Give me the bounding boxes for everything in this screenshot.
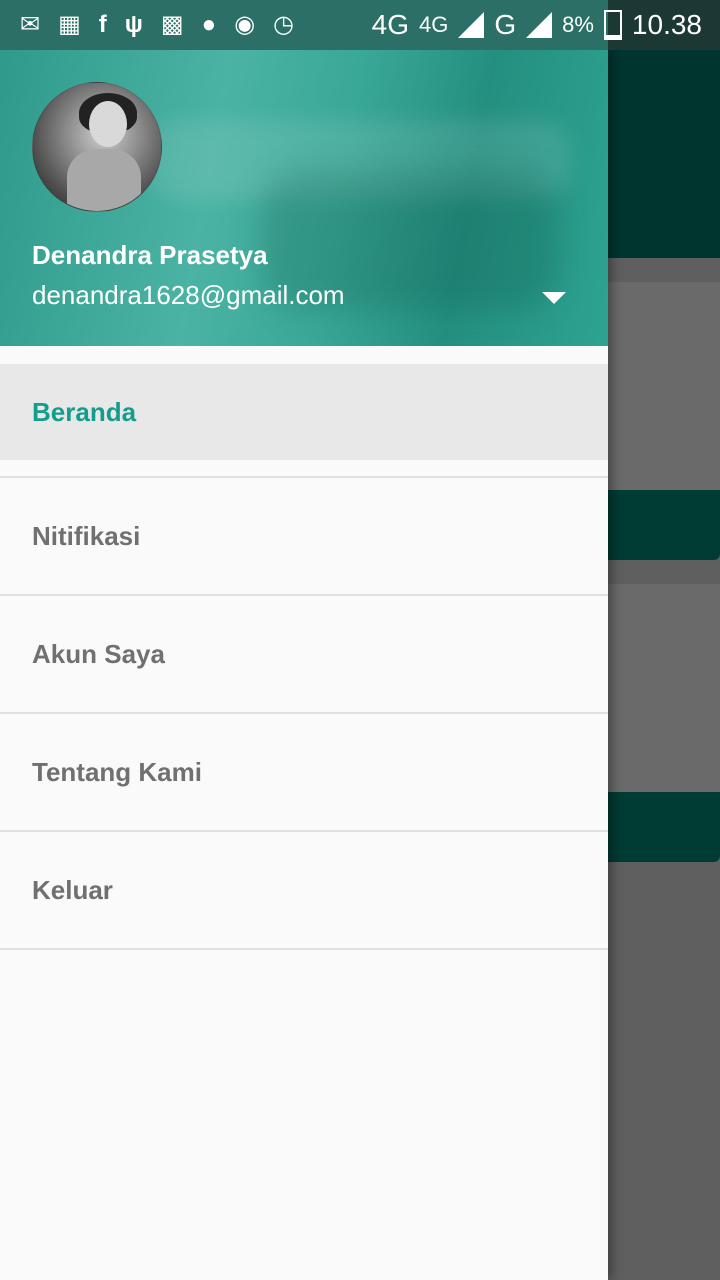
alarm-icon: ◷	[273, 11, 294, 38]
chevron-down-icon	[542, 292, 566, 304]
messages-icon: ✉	[20, 11, 41, 38]
clock: 10.38	[631, 9, 702, 40]
network-type-small: 4G	[418, 12, 449, 37]
menu-item-label: Keluar	[32, 874, 113, 905]
bbm-icon: ▩	[160, 11, 184, 38]
line-icon: ●	[201, 11, 217, 38]
menu-divider	[0, 460, 608, 478]
menu-item-nitifikasi[interactable]: Nitifikasi	[0, 478, 608, 596]
gallery-icon: ▦	[58, 11, 81, 38]
user-email: denandra1628@gmail.com	[32, 280, 345, 310]
menu-item-keluar[interactable]: Keluar	[0, 832, 608, 950]
menu-item-label: Beranda	[32, 396, 137, 427]
avatar[interactable]	[32, 82, 162, 212]
drawer-header: Denandra Prasetya denandra1628@gmail.com	[0, 50, 608, 346]
menu-item-akun-saya[interactable]: Akun Saya	[0, 596, 608, 714]
navigation-drawer: Denandra Prasetya denandra1628@gmail.com…	[0, 50, 608, 1280]
account-dropdown-button[interactable]	[540, 290, 568, 306]
menu-item-beranda[interactable]: Beranda	[0, 364, 608, 460]
drawer-menu: Beranda Nitifikasi Akun Saya Tentang Kam…	[0, 364, 608, 950]
signal-icon-2	[526, 12, 553, 38]
menu-item-label: Nitifikasi	[32, 520, 141, 551]
system-indicators: 4G 4G G 8% 10.38	[372, 0, 702, 50]
usb-icon: ψ	[124, 11, 143, 38]
status-bar: ✉ ▦ f ψ ▩ ● ◉ ◷ 4G 4G G 8% 10.38	[0, 0, 720, 50]
network-type-2: G	[494, 9, 517, 40]
battery-icon	[603, 10, 622, 40]
menu-item-label: Akun Saya	[32, 638, 165, 669]
facebook-icon: f	[98, 11, 107, 38]
battery-percent: 8%	[562, 12, 594, 37]
user-name: Denandra Prasetya	[32, 240, 268, 270]
menu-item-tentang-kami[interactable]: Tentang Kami	[0, 714, 608, 832]
menu-item-label: Tentang Kami	[32, 756, 202, 787]
hotspot-icon: ◉	[234, 11, 256, 38]
notification-icons: ✉ ▦ f ψ ▩ ● ◉ ◷	[0, 13, 294, 37]
signal-icon	[458, 12, 485, 38]
network-type: 4G	[371, 9, 409, 40]
